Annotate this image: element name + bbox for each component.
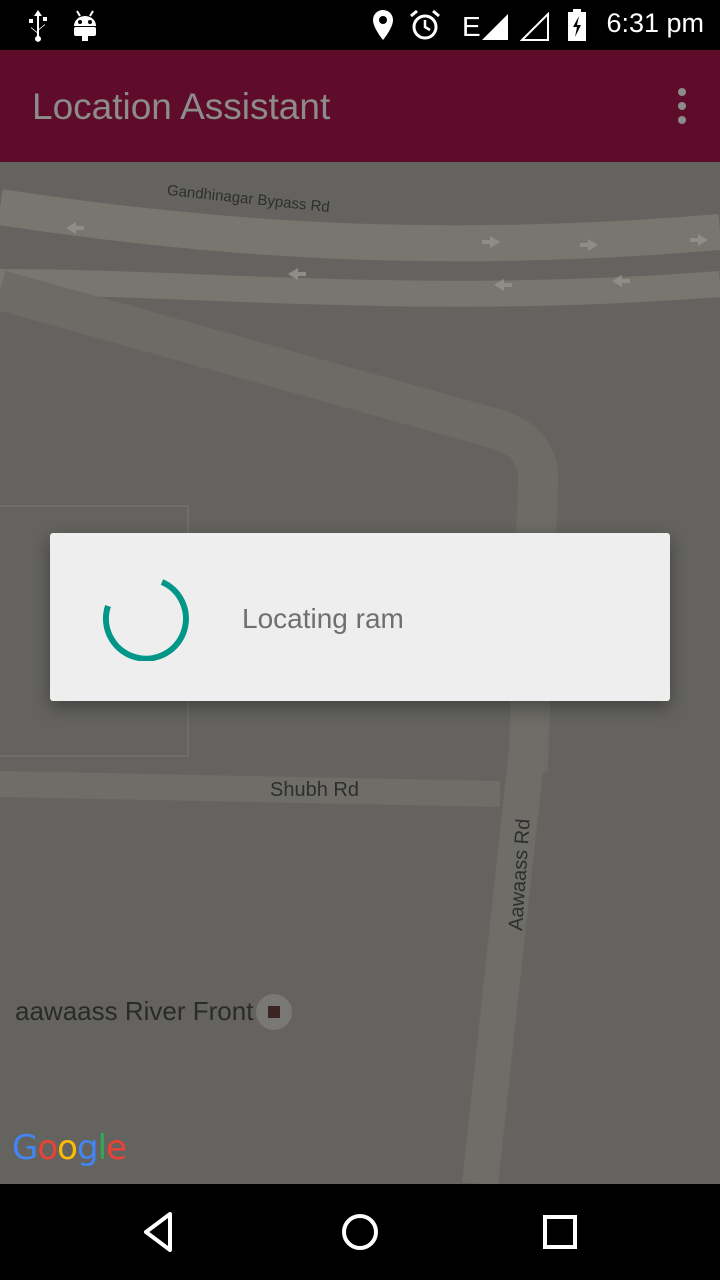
android-debug-icon	[74, 10, 96, 41]
svg-text:E: E	[462, 11, 481, 42]
logo-letter: g	[76, 1128, 99, 1168]
home-icon[interactable]	[336, 1208, 384, 1256]
signal-empty-icon	[520, 11, 549, 41]
dialog-message: Locating ram	[242, 603, 404, 634]
progress-dialog: Locating ram	[50, 533, 670, 701]
road-label-shubh: Shubh Rd	[270, 779, 359, 801]
navigation-bar	[0, 1184, 720, 1280]
google-logo: Google	[12, 1128, 127, 1168]
app-title: Location Assistant	[32, 86, 331, 127]
logo-letter: e	[106, 1128, 127, 1168]
recents-icon[interactable]	[536, 1208, 584, 1256]
back-icon[interactable]	[136, 1208, 184, 1256]
status-bar: E 6:31 pm	[0, 0, 720, 50]
logo-letter: l	[97, 1128, 108, 1168]
status-time: 6:31 pm	[606, 8, 704, 38]
poi-label[interactable]: aawaass River Front	[15, 996, 253, 1027]
logo-letter: o	[57, 1128, 78, 1168]
poi-marker-icon[interactable]	[256, 994, 292, 1030]
alarm-icon	[410, 9, 440, 40]
battery-charging-icon	[568, 9, 586, 41]
logo-letter: o	[37, 1128, 58, 1168]
network-e-icon: E	[462, 11, 508, 42]
location-icon	[373, 10, 393, 40]
overflow-menu-icon[interactable]	[674, 88, 690, 128]
app-bar: Location Assistant	[0, 50, 720, 162]
logo-letter: G	[12, 1128, 38, 1168]
usb-icon	[29, 10, 47, 42]
loading-spinner-icon	[103, 579, 189, 661]
